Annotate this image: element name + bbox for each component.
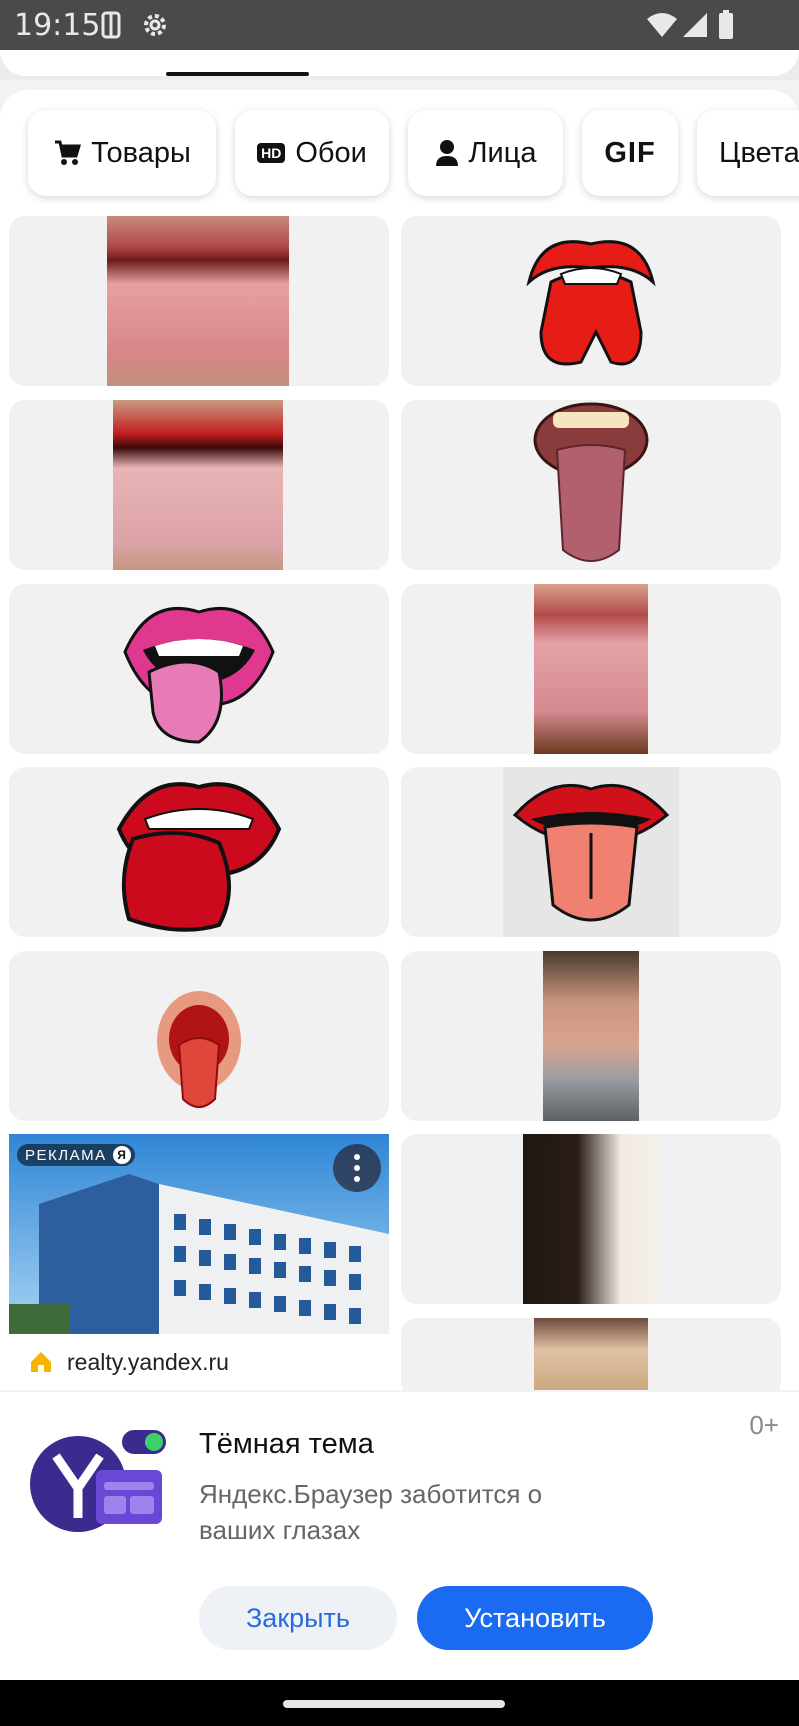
banner-subtitle: Яндекс.Браузер заботится о ваших глазах <box>199 1479 543 1545</box>
tab-strip <box>0 50 799 80</box>
vibrate-icon <box>98 10 124 45</box>
home-gesture-handle[interactable] <box>283 1700 505 1708</box>
result-photo <box>523 1134 659 1304</box>
ad-more-menu-button[interactable] <box>333 1144 381 1192</box>
result-photo <box>543 951 639 1121</box>
chip-label: Лица <box>468 136 537 169</box>
chip-gif[interactable]: GIF <box>582 110 678 196</box>
battery-icon <box>718 10 734 45</box>
image-result[interactable] <box>401 1318 781 1390</box>
yandex-browser-logo-icon <box>30 1430 166 1532</box>
close-button[interactable]: Закрыть <box>199 1586 397 1650</box>
person-icon <box>435 140 458 166</box>
result-photo <box>157 991 241 1108</box>
navigation-bar <box>0 1680 799 1726</box>
image-result[interactable] <box>9 584 389 754</box>
wifi-icon <box>646 12 678 43</box>
promo-banner: Тёмная тема Яндекс.Браузер заботится о в… <box>0 1392 799 1680</box>
yandex-badge-icon: Я <box>112 1146 131 1164</box>
chip-wallpapers[interactable]: HD Обои <box>235 110 389 196</box>
image-result[interactable] <box>401 951 781 1121</box>
image-result[interactable] <box>401 216 781 386</box>
signal-icon <box>682 12 708 43</box>
result-photo <box>113 400 283 570</box>
image-result[interactable] <box>9 400 389 570</box>
chip-goods[interactable]: Товары <box>28 110 216 196</box>
ad-card[interactable]: РЕКЛАМА Я realty.yandex.ru <box>9 1134 389 1390</box>
install-button[interactable]: Установить <box>417 1586 653 1650</box>
result-photo <box>116 782 282 932</box>
age-rating: 0+ <box>749 1410 779 1440</box>
result-photo <box>534 1318 648 1390</box>
ad-domain-text: realty.yandex.ru <box>67 1348 229 1375</box>
filter-chips: Товары HD Обои Лица GIF Цвета <box>0 110 799 200</box>
chip-colors[interactable]: Цвета <box>697 110 799 196</box>
ad-domain[interactable]: realty.yandex.ru <box>29 1340 229 1384</box>
chip-label: Товары <box>91 136 191 169</box>
results-panel: Товары HD Обои Лица GIF Цвета РЕКЛАМА Я … <box>0 90 799 1390</box>
result-photo <box>107 216 289 386</box>
settings-gear-icon <box>140 10 170 45</box>
tab-card <box>0 50 799 76</box>
cart-icon <box>55 140 82 165</box>
result-photo <box>534 584 648 754</box>
result-photo <box>512 783 670 922</box>
banner-title: Тёмная тема <box>199 1428 374 1460</box>
status-time: 19:15 <box>14 8 101 43</box>
result-photo <box>123 607 275 744</box>
chip-label: Обои <box>295 136 367 169</box>
image-result[interactable] <box>401 1134 781 1304</box>
hd-icon: HD <box>257 143 286 163</box>
image-result[interactable] <box>401 400 781 570</box>
image-result[interactable] <box>9 216 389 386</box>
image-result[interactable] <box>9 767 389 937</box>
active-tab-indicator <box>166 72 309 76</box>
image-result[interactable] <box>401 584 781 754</box>
image-result[interactable] <box>9 951 389 1121</box>
status-bar: 19:15 <box>0 0 799 50</box>
chip-label: GIF <box>604 136 656 169</box>
chip-faces[interactable]: Лица <box>408 110 563 196</box>
chip-label: Цвета <box>719 136 799 169</box>
result-photo <box>526 240 656 366</box>
ad-label-text: РЕКЛАМА <box>25 1146 107 1164</box>
result-photo <box>533 402 649 562</box>
image-result[interactable] <box>401 767 781 937</box>
ad-badge: РЕКЛАМА Я <box>17 1144 135 1166</box>
home-icon <box>31 1352 51 1372</box>
